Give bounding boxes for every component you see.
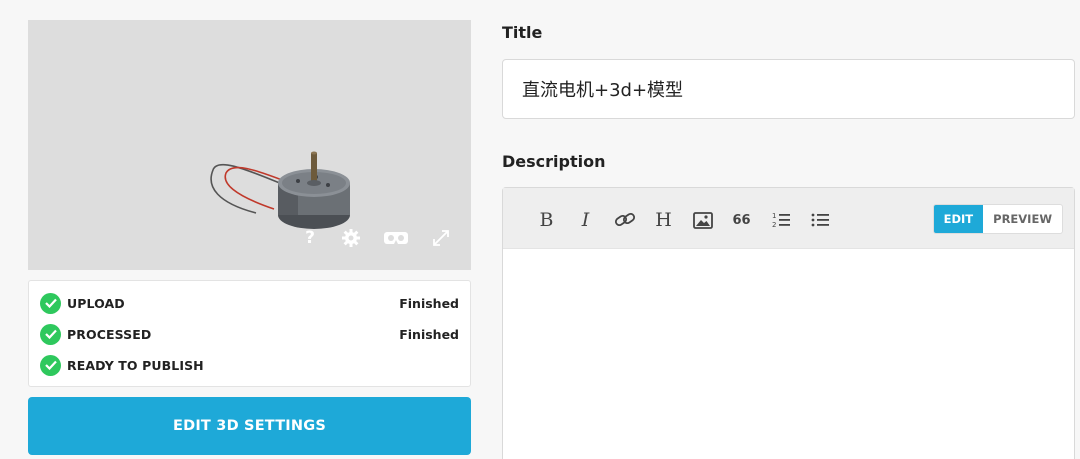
title-input[interactable] (502, 59, 1075, 119)
status-row-upload: UPLOAD Finished (40, 292, 459, 314)
edit-mode-tab[interactable]: EDIT (933, 205, 984, 233)
editor-mode-switch: EDIT PREVIEW (932, 204, 1063, 234)
edit-3d-settings-button[interactable]: EDIT 3D SETTINGS (28, 397, 471, 455)
settings-icon[interactable] (341, 224, 361, 252)
status-label: READY TO PUBLISH (67, 357, 204, 373)
editor-toolbar: B I H 66 1 2 EDIT PREVIEW (503, 188, 1074, 249)
fullscreen-icon[interactable] (431, 224, 451, 252)
status-row-processed: PROCESSED Finished (40, 323, 459, 345)
link-icon[interactable] (605, 207, 644, 233)
formatting-buttons: B I H 66 1 2 (527, 207, 839, 233)
bold-button[interactable]: B (527, 207, 566, 233)
vr-icon[interactable] (383, 224, 409, 252)
status-state: Finished (399, 295, 459, 311)
italic-button[interactable]: I (566, 207, 605, 233)
viewer-controls: ? (301, 224, 451, 252)
description-editor: B I H 66 1 2 EDIT PREVIEW (502, 187, 1075, 459)
svg-text:1: 1 (772, 212, 776, 220)
model-viewer[interactable]: ? (28, 20, 471, 270)
heading-button[interactable]: H (644, 207, 683, 233)
check-icon (40, 323, 61, 345)
quote-button[interactable]: 66 (722, 207, 761, 233)
status-state: Finished (399, 326, 459, 342)
status-row-ready-to-publish: READY TO PUBLISH (40, 354, 459, 376)
image-icon[interactable] (683, 207, 722, 233)
preview-mode-tab[interactable]: PREVIEW (983, 205, 1062, 233)
ordered-list-icon[interactable]: 1 2 (761, 207, 800, 233)
title-label: Title (502, 23, 543, 42)
check-icon (40, 354, 61, 376)
description-textarea[interactable] (503, 249, 1074, 459)
description-label: Description (502, 152, 606, 171)
unordered-list-icon[interactable] (800, 207, 839, 233)
processing-status: UPLOAD Finished PROCESSED Finished READY… (28, 280, 471, 387)
svg-text:2: 2 (772, 221, 776, 229)
status-label: PROCESSED (67, 326, 152, 342)
help-icon[interactable]: ? (301, 224, 319, 252)
status-label: UPLOAD (67, 295, 125, 311)
check-icon (40, 292, 61, 314)
